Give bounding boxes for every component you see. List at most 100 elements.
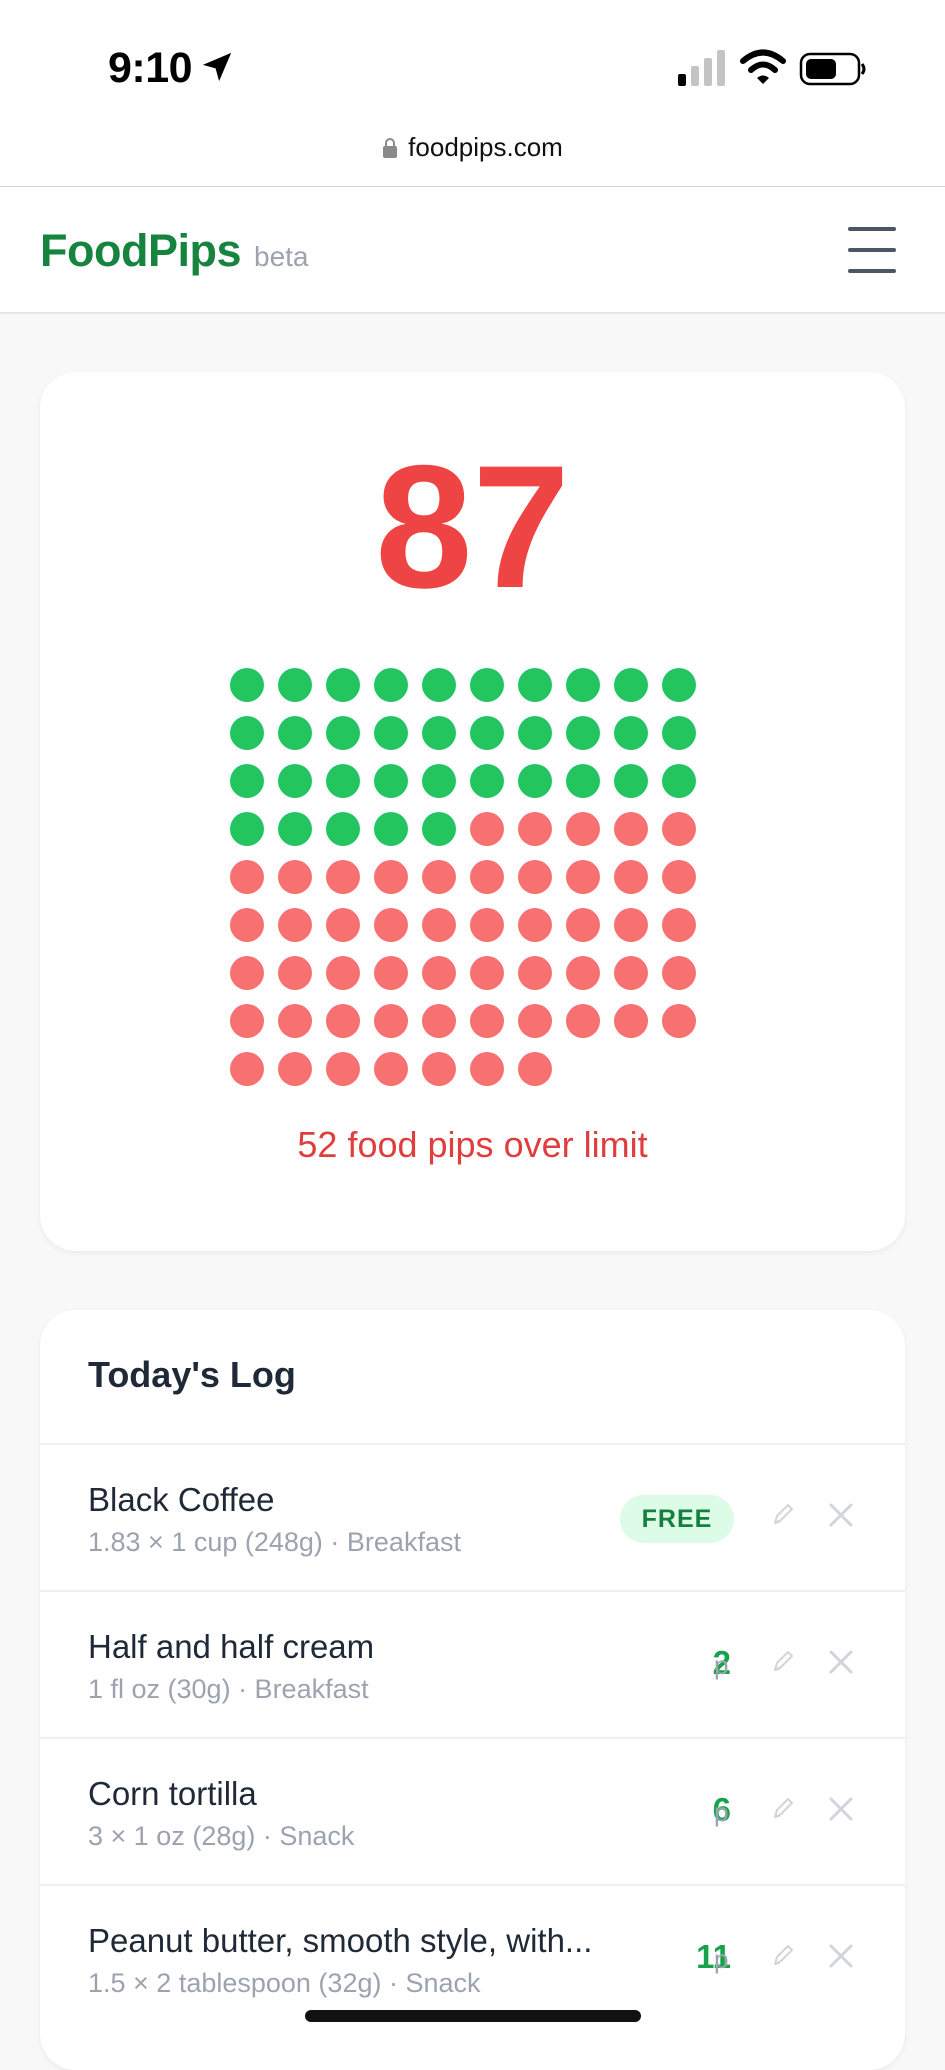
pip-over-limit — [278, 956, 312, 990]
pip-within-limit — [326, 668, 360, 702]
pip-within-limit — [278, 668, 312, 702]
lock-icon — [383, 138, 398, 158]
pip-within-limit — [422, 764, 456, 798]
pip-within-limit — [326, 764, 360, 798]
pip-within-limit — [278, 764, 312, 798]
pip-over-limit — [518, 1052, 552, 1086]
pip-within-limit — [566, 668, 600, 702]
pip-within-limit — [326, 716, 360, 750]
pip-within-limit — [614, 716, 648, 750]
pip-within-limit — [566, 764, 600, 798]
pip-within-limit — [662, 668, 696, 702]
pip-over-limit — [278, 908, 312, 942]
pip-over-limit — [518, 1004, 552, 1038]
pip-over-limit — [230, 860, 264, 894]
pip-over-limit — [470, 1052, 504, 1086]
cellular-signal-icon — [678, 50, 725, 86]
pip-over-limit — [566, 908, 600, 942]
food-detail: 1 fl oz (30g) · Breakfast — [88, 1674, 369, 1704]
pips-unit: p — [714, 1944, 729, 1974]
pip-over-limit — [566, 812, 600, 846]
pip-grid — [230, 668, 710, 1098]
pip-within-limit — [614, 764, 648, 798]
menu-icon-bar — [848, 248, 896, 252]
pip-over-limit — [374, 956, 408, 990]
pip-within-limit — [662, 716, 696, 750]
pip-over-limit — [470, 956, 504, 990]
pip-over-limit — [230, 1052, 264, 1086]
pip-over-limit — [614, 908, 648, 942]
location-arrow-icon — [202, 52, 232, 82]
pip-over-limit — [374, 1004, 408, 1038]
status-bar: 9:10 — [0, 0, 945, 120]
food-detail: 1.5 × 2 tablespoon (32g) · Snack — [88, 1968, 481, 1998]
pip-over-limit — [518, 860, 552, 894]
pip-over-limit — [230, 1004, 264, 1038]
pip-over-limit — [470, 812, 504, 846]
pip-over-limit — [422, 908, 456, 942]
pip-within-limit — [278, 812, 312, 846]
pip-within-limit — [374, 716, 408, 750]
edit-pencil-icon[interactable] — [770, 1942, 794, 1970]
food-name: Corn tortilla — [88, 1775, 257, 1812]
pip-over-limit — [470, 908, 504, 942]
pip-within-limit — [518, 668, 552, 702]
delete-x-icon[interactable] — [827, 1501, 855, 1529]
pip-over-limit — [470, 1004, 504, 1038]
brand-logo[interactable]: FoodPips — [40, 225, 241, 277]
pip-over-limit — [518, 956, 552, 990]
pip-over-limit — [278, 860, 312, 894]
pip-over-limit — [662, 956, 696, 990]
pip-over-limit — [566, 1004, 600, 1038]
pip-over-limit — [326, 860, 360, 894]
pip-over-limit — [518, 908, 552, 942]
pip-within-limit — [470, 668, 504, 702]
pip-over-limit — [326, 908, 360, 942]
menu-icon-bar — [848, 227, 896, 231]
pip-over-limit — [662, 860, 696, 894]
pip-over-limit — [326, 1052, 360, 1086]
edit-pencil-icon[interactable] — [770, 1648, 794, 1676]
pip-over-limit — [518, 812, 552, 846]
pip-over-limit — [278, 1004, 312, 1038]
beta-label: beta — [254, 241, 309, 272]
over-limit-text: 52 food pips over limit — [297, 1124, 648, 1165]
delete-x-icon[interactable] — [827, 1648, 855, 1676]
pip-within-limit — [662, 764, 696, 798]
log-title: Today's Log — [88, 1354, 296, 1395]
pip-over-limit — [614, 1004, 648, 1038]
log-entry[interactable]: Corn tortilla 3 × 1 oz (28g) · Snack 6 p — [40, 1739, 905, 1884]
log-entry[interactable]: Black Coffee 1.83 × 1 cup (248g) · Break… — [40, 1445, 905, 1590]
pip-within-limit — [422, 716, 456, 750]
pip-within-limit — [422, 812, 456, 846]
free-badge: FREE — [620, 1495, 734, 1543]
pip-over-limit — [566, 860, 600, 894]
url-text: foodpips.com — [408, 132, 563, 162]
delete-x-icon[interactable] — [827, 1942, 855, 1970]
food-detail: 1.83 × 1 cup (248g) · Breakfast — [88, 1527, 461, 1557]
pip-over-limit — [614, 860, 648, 894]
pip-over-limit — [422, 1004, 456, 1038]
pip-over-limit — [662, 1004, 696, 1038]
edit-pencil-icon[interactable] — [770, 1501, 794, 1529]
app-header: FoodPips beta — [0, 187, 945, 314]
hamburger-menu-button[interactable] — [846, 225, 898, 275]
pip-over-limit — [278, 1052, 312, 1086]
pip-within-limit — [422, 668, 456, 702]
pip-within-limit — [230, 716, 264, 750]
status-time: 9:10 — [108, 44, 193, 92]
pip-within-limit — [230, 668, 264, 702]
edit-pencil-icon[interactable] — [770, 1795, 794, 1823]
pip-within-limit — [470, 716, 504, 750]
pip-over-limit — [422, 860, 456, 894]
pips-unit: p — [714, 1650, 729, 1680]
pip-over-limit — [470, 860, 504, 894]
pip-within-limit — [566, 716, 600, 750]
delete-x-icon[interactable] — [827, 1795, 855, 1823]
pip-over-limit — [326, 1004, 360, 1038]
food-detail: 3 × 1 oz (28g) · Snack — [88, 1821, 355, 1851]
log-entry[interactable]: Half and half cream 1 fl oz (30g) · Brea… — [40, 1592, 905, 1737]
pip-within-limit — [230, 812, 264, 846]
pip-within-limit — [326, 812, 360, 846]
browser-url-bar[interactable]: foodpips.com — [0, 120, 945, 187]
